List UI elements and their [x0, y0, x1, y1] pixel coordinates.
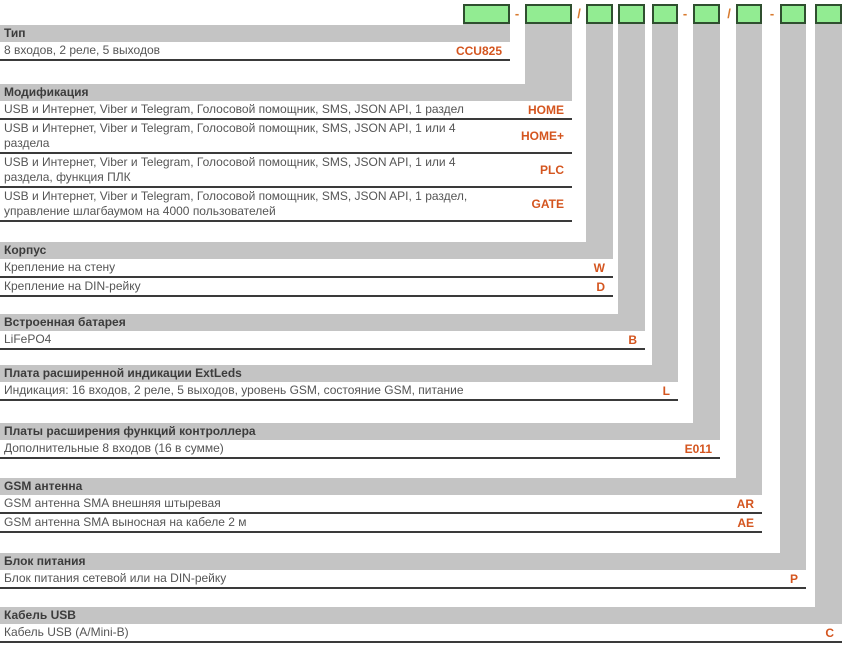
- option-row: Кабель USB (A/Mini-B) C: [0, 624, 842, 643]
- option-code: HOME: [522, 103, 572, 117]
- section-extleds: Плата расширенной индикации ExtLeds Инди…: [0, 365, 678, 413]
- code-separator: -: [510, 6, 524, 22]
- option-row: GSM антенна SMA внешняя штыревая AR: [0, 495, 762, 514]
- option-row: USB и Интернет, Viber и Telegram, Голосо…: [0, 188, 572, 222]
- option-row: Блок питания сетевой или на DIN-рейку P: [0, 570, 806, 589]
- option-row: Дополнительные 8 входов (16 в сумме) E01…: [0, 440, 720, 459]
- option-description: LiFePO4: [0, 331, 488, 348]
- option-description: Индикация: 16 входов, 2 реле, 5 выходов,…: [0, 382, 488, 399]
- section-power-supply: Блок питания Блок питания сетевой или на…: [0, 553, 806, 601]
- option-description: 8 входов, 2 реле, 5 выходов: [0, 42, 450, 59]
- code-separator: -: [765, 6, 779, 22]
- section-title: Блок питания: [0, 553, 806, 570]
- code-box-antenna: [736, 4, 762, 24]
- option-row: LiFePO4 B: [0, 331, 645, 350]
- connector-column-psu: [780, 24, 806, 553]
- option-code: E011: [679, 442, 720, 456]
- option-code: GATE: [526, 197, 572, 211]
- code-separator: -: [678, 6, 692, 22]
- option-row: Индикация: 16 входов, 2 реле, 5 выходов,…: [0, 382, 678, 401]
- option-code: B: [622, 333, 645, 347]
- code-box-usb-cable: [815, 4, 842, 24]
- option-row: 8 входов, 2 реле, 5 выходов CCU825: [0, 42, 510, 61]
- section-title: Платы расширения функций контроллера: [0, 423, 720, 440]
- option-description: Крепление на стену: [0, 259, 488, 276]
- option-description: USB и Интернет, Viber и Telegram, Голосо…: [0, 101, 488, 118]
- section-case: Корпус Крепление на стену W Крепление на…: [0, 242, 613, 309]
- section-title: GSM антенна: [0, 478, 762, 495]
- option-code: L: [657, 384, 678, 398]
- section-modification: Модификация USB и Интернет, Viber и Tele…: [0, 84, 572, 234]
- code-separator: /: [722, 6, 736, 22]
- option-description: USB и Интернет, Viber и Telegram, Голосо…: [0, 120, 488, 152]
- option-row: USB и Интернет, Viber и Telegram, Голосо…: [0, 154, 572, 188]
- option-description: USB и Интернет, Viber и Telegram, Голосо…: [0, 154, 488, 186]
- section-battery: Встроенная батарея LiFePO4 B: [0, 314, 645, 362]
- section-expansion-boards: Платы расширения функций контроллера Доп…: [0, 423, 720, 471]
- code-box-psu: [780, 4, 806, 24]
- section-title: Плата расширенной индикации ExtLeds: [0, 365, 678, 382]
- section-type: Тип 8 входов, 2 реле, 5 выходов CCU825: [0, 25, 510, 73]
- option-row: Крепление на стену W: [0, 259, 613, 278]
- code-box-extleds: [652, 4, 678, 24]
- option-code: AE: [731, 516, 762, 530]
- connector-column-battery: [618, 24, 645, 314]
- option-description: USB и Интернет, Viber и Telegram, Голосо…: [0, 188, 488, 220]
- option-description: GSM антенна SMA внешняя штыревая: [0, 495, 488, 512]
- section-title: Корпус: [0, 242, 613, 259]
- connector-column-case: [586, 24, 613, 242]
- option-description: Дополнительные 8 входов (16 в сумме): [0, 440, 488, 457]
- connector-column-extleds: [652, 24, 678, 365]
- section-title: Тип: [0, 25, 510, 42]
- connector-column-expansion: [693, 24, 720, 423]
- option-code: C: [819, 626, 842, 640]
- connector-column-antenna: [736, 24, 762, 478]
- section-title: Модификация: [0, 84, 572, 101]
- section-title: Встроенная батарея: [0, 314, 645, 331]
- option-row: Крепление на DIN-рейку D: [0, 278, 613, 297]
- code-box-expansion: [693, 4, 720, 24]
- code-box-battery: [618, 4, 645, 24]
- option-row: GSM антенна SMA выносная на кабеле 2 м A…: [0, 514, 762, 533]
- option-description: Блок питания сетевой или на DIN-рейку: [0, 570, 488, 587]
- option-code: HOME+: [515, 129, 572, 143]
- option-code: P: [784, 572, 806, 586]
- code-box-type: [463, 4, 510, 24]
- option-description: Крепление на DIN-рейку: [0, 278, 488, 295]
- option-code: CCU825: [450, 44, 510, 58]
- code-separator: /: [572, 6, 586, 22]
- connector-column-usb-cable: [815, 24, 842, 607]
- code-box-case: [586, 4, 613, 24]
- option-description: Кабель USB (A/Mini-B): [0, 624, 488, 641]
- connector-column-modification: [525, 24, 572, 84]
- option-code: PLC: [534, 163, 572, 177]
- section-gsm-antenna: GSM антенна GSM антенна SMA внешняя штыр…: [0, 478, 762, 545]
- option-row: USB и Интернет, Viber и Telegram, Голосо…: [0, 120, 572, 154]
- section-usb-cable: Кабель USB Кабель USB (A/Mini-B) C: [0, 607, 842, 648]
- option-code: W: [588, 261, 613, 275]
- option-code: AR: [731, 497, 762, 511]
- ordering-code-diagram: - / - / - Тип 8 входов, 2 реле, 5 выходо…: [0, 0, 845, 651]
- option-code: D: [590, 280, 613, 294]
- option-description: GSM антенна SMA выносная на кабеле 2 м: [0, 514, 488, 531]
- section-title: Кабель USB: [0, 607, 842, 624]
- code-box-modification: [525, 4, 572, 24]
- option-row: USB и Интернет, Viber и Telegram, Голосо…: [0, 101, 572, 120]
